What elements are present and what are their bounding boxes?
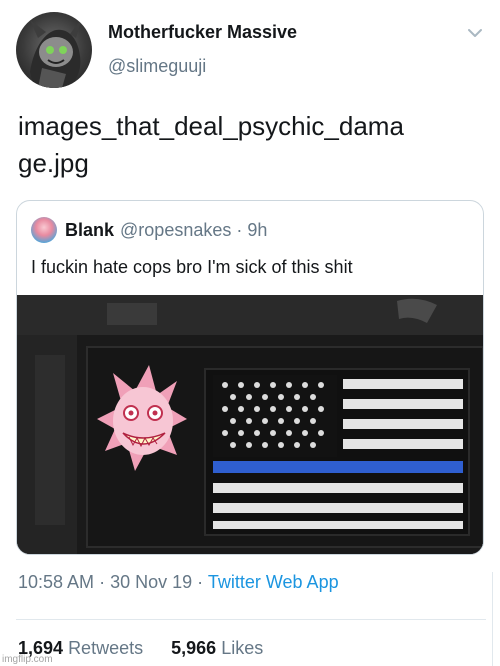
divider: [16, 619, 486, 620]
avatar-art: [30, 18, 82, 88]
patch-photo: [17, 295, 483, 554]
tweet-meta: 10:58 AM · 30 Nov 19 · Twitter Web App: [18, 572, 339, 593]
meta-separator: ·: [99, 572, 106, 592]
avatar[interactable]: [16, 12, 92, 88]
likes-count[interactable]: 5,966: [171, 638, 216, 658]
author-handle[interactable]: @slimeguuji: [108, 56, 206, 77]
tweet-text: images_that_deal_psychic_damage.jpg: [18, 111, 404, 178]
quoted-tweet-text: I fuckin hate cops bro I'm sick of this …: [31, 257, 353, 277]
tweet-date[interactable]: 30 Nov 19: [110, 572, 192, 592]
tweet-stats: 1,694 Retweets 5,966 Likes: [18, 638, 263, 659]
tweet-source-link[interactable]: Twitter Web App: [208, 572, 339, 592]
tweet-card: Motherfucker Massive @slimeguuji images_…: [0, 0, 500, 666]
quoted-tweet-image[interactable]: [17, 295, 483, 554]
watermark: imgflip.com: [2, 654, 53, 665]
likes-label[interactable]: Likes: [221, 638, 263, 658]
quoted-display-name[interactable]: Blank: [65, 220, 114, 241]
quoted-tweet[interactable]: Blank @ropesnakes · 9h I fuckin hate cop…: [16, 200, 484, 555]
tweet-time[interactable]: 10:58 AM: [18, 572, 94, 592]
chevron-down-icon[interactable]: [464, 22, 486, 44]
author-display-name[interactable]: Motherfucker Massive: [108, 22, 297, 43]
retweets-label[interactable]: Retweets: [68, 638, 143, 658]
meta-separator-2: ·: [197, 572, 204, 592]
quoted-time[interactable]: 9h: [247, 220, 267, 241]
quoted-tweet-header: Blank @ropesnakes · 9h: [31, 215, 267, 245]
quoted-avatar[interactable]: [31, 217, 57, 243]
quoted-separator: ·: [236, 219, 243, 240]
edge-divider: [492, 572, 500, 666]
quoted-handle[interactable]: @ropesnakes: [120, 220, 231, 241]
tweet-header: Motherfucker Massive @slimeguuji: [16, 12, 486, 88]
